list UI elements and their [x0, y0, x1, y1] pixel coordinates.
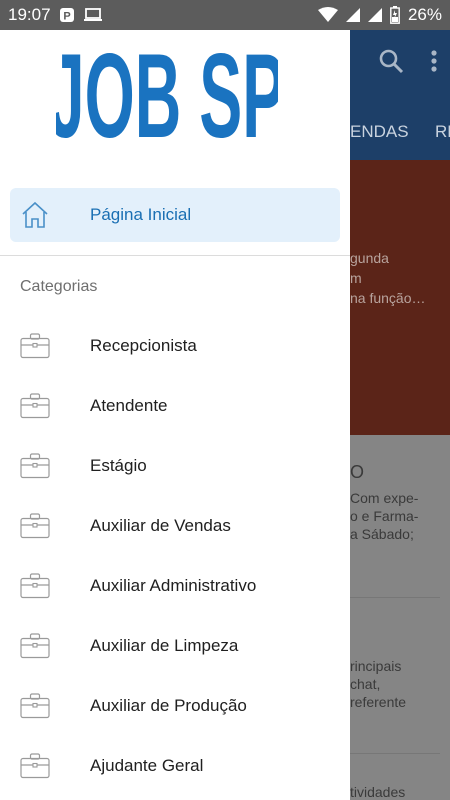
navigation-drawer: JOB SP Página Inicial Categorias Recepci…: [0, 30, 350, 800]
p-icon: P: [59, 7, 75, 23]
drawer-divider: [0, 255, 350, 256]
app-logo: JOB SP: [56, 38, 278, 150]
category-label: Atendente: [90, 396, 168, 415]
svg-text:P: P: [63, 11, 70, 23]
job-card[interactable]: O Com expe- o e Farma- a Sábado;: [350, 463, 418, 543]
job-desc-line: o e Farma-: [350, 508, 419, 524]
divider: [350, 753, 440, 754]
nav-item-home[interactable]: Página Inicial: [10, 188, 340, 242]
hero-line: m: [350, 270, 362, 286]
category-item-ajudante-geral[interactable]: Ajudante Geral: [0, 738, 350, 794]
more-vert-icon[interactable]: [430, 49, 438, 78]
section-title-categories: Categorias: [20, 278, 98, 295]
divider: [350, 597, 440, 598]
signal-icon: [345, 8, 360, 22]
wifi-icon: [317, 7, 338, 23]
category-label: Auxiliar de Vendas: [90, 516, 231, 535]
status-bar: 19:07 P 26%: [0, 0, 450, 30]
category-label: Recepcionista: [90, 336, 197, 355]
job-card[interactable]: tividades: [350, 783, 405, 800]
category-item-estagio[interactable]: Estágio: [0, 438, 350, 494]
logo-text: JOB SP: [56, 38, 278, 150]
briefcase-icon: [20, 453, 50, 484]
job-desc-line: a Sábado;: [350, 526, 414, 542]
briefcase-icon: [20, 753, 50, 784]
briefcase-icon: [20, 393, 50, 424]
job-card[interactable]: rincipais chat, referente: [350, 657, 406, 711]
home-icon: [20, 200, 50, 235]
category-label: Estágio: [90, 456, 147, 475]
category-item-auxiliar-vendas[interactable]: Auxiliar de Vendas: [0, 498, 350, 554]
job-desc-line: Com expe-: [350, 490, 419, 506]
job-desc-line: rincipais: [350, 658, 402, 674]
hero-line: gunda: [350, 250, 389, 266]
nav-item-home-label: Página Inicial: [90, 205, 192, 224]
briefcase-icon: [20, 633, 50, 664]
briefcase-icon: [20, 573, 50, 604]
category-item-auxiliar-producao[interactable]: Auxiliar de Produção: [0, 678, 350, 734]
category-item-auxiliar-administrativo[interactable]: Auxiliar Administrativo: [0, 558, 350, 614]
job-title: O: [350, 462, 365, 482]
search-icon[interactable]: [378, 48, 404, 79]
signal-icon: [367, 8, 382, 22]
job-desc-line: tividades: [350, 784, 406, 800]
clock: 19:07: [8, 5, 51, 24]
monitor-icon: [83, 7, 103, 23]
briefcase-icon: [20, 513, 50, 544]
tab-vendas[interactable]: ENDAS: [350, 122, 409, 142]
category-label: Auxiliar de Limpeza: [90, 636, 239, 655]
category-item-recepcionista[interactable]: Recepcionista: [0, 318, 350, 374]
category-label: Auxiliar Administrativo: [90, 576, 257, 595]
job-desc-line: referente: [350, 694, 407, 710]
category-label: Auxiliar de Produção: [90, 696, 247, 715]
hero-line: na função…: [350, 290, 426, 306]
category-item-atendente[interactable]: Atendente: [0, 378, 350, 434]
tab-next[interactable]: RE: [435, 122, 450, 142]
battery-percent: 26%: [407, 5, 442, 24]
briefcase-icon: [20, 693, 50, 724]
job-desc-line: chat,: [350, 676, 381, 692]
briefcase-icon: [20, 333, 50, 364]
battery-icon: [390, 6, 400, 24]
category-label: Ajudante Geral: [90, 756, 204, 775]
category-item-auxiliar-limpeza[interactable]: Auxiliar de Limpeza: [0, 618, 350, 674]
